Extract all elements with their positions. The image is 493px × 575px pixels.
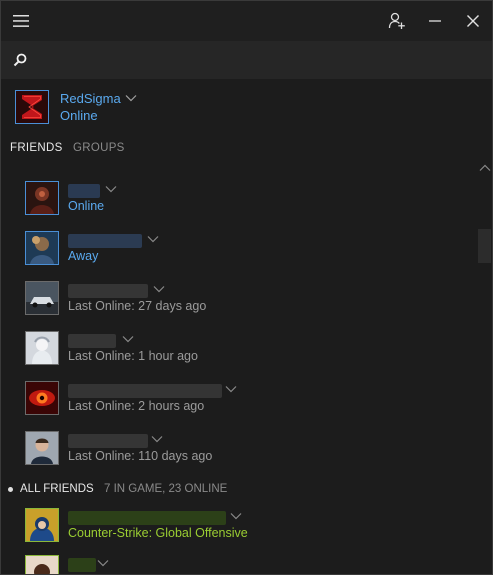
friend-avatar [25,508,59,542]
add-friend-icon [388,12,405,29]
friend-avatar [25,181,59,215]
all-friends-section-header[interactable]: ALL FRIENDS 7 IN GAME, 23 ONLINE [1,481,476,499]
friend-status: Online [68,199,105,213]
chevron-down-icon[interactable] [147,235,159,243]
friend-name-blurred [68,334,116,348]
chevron-down-icon[interactable] [105,185,117,193]
friend-item[interactable]: Last Online: 2 hours ago [25,379,465,419]
friend-avatar [25,331,59,365]
bullet-icon [8,487,13,492]
friend-status: Last Online: 1 hour ago [68,349,198,363]
friend-status: Last Online: 110 days ago [68,449,213,463]
hamburger-menu-button[interactable] [1,1,41,41]
friend-status: Away [68,249,99,263]
friend-avatar [25,231,59,265]
chevron-down-icon[interactable] [97,559,109,567]
tab-friends[interactable]: FRIENDS [10,142,63,154]
user-avatar [15,90,49,124]
chevron-down-icon[interactable] [151,435,163,443]
friend-item[interactable]: Online [25,179,465,219]
friend-name-blurred [68,558,96,572]
add-friend-button[interactable] [377,1,417,41]
search-bar [1,41,492,79]
chevron-down-icon[interactable] [125,94,137,102]
friend-name-blurred [68,234,142,248]
friend-game: Counter-Strike: Global Offensive [68,526,248,540]
friend-avatar [25,281,59,315]
search-icon [13,53,27,67]
friend-item-ingame[interactable] [25,553,465,574]
friend-name-blurred [68,284,148,298]
section-counts: 7 IN GAME, 23 ONLINE [104,483,228,495]
close-button[interactable] [453,1,492,41]
friend-avatar [25,431,59,465]
tab-groups[interactable]: GROUPS [73,142,125,154]
friend-item[interactable]: Last Online: 27 days ago [25,279,465,319]
friend-avatar [25,555,59,574]
user-name: RedSigma [60,91,121,106]
friends-window: RedSigma Online FRIENDS GROUPS Online Aw… [0,0,493,575]
hamburger-icon [13,15,29,27]
title-bar [1,1,492,41]
close-icon [467,15,479,27]
friend-item[interactable]: Last Online: 110 days ago [25,429,465,469]
friend-name-blurred [68,511,226,525]
chevron-down-icon[interactable] [153,285,165,293]
friend-item[interactable]: Last Online: 1 hour ago [25,329,465,369]
minimize-icon [429,20,441,22]
friend-name-blurred [68,184,100,198]
friend-item[interactable]: Away [25,229,465,269]
scrollbar-thumb[interactable] [478,229,491,263]
friend-name-blurred [68,384,222,398]
chevron-down-icon[interactable] [122,335,134,343]
friend-avatar [25,381,59,415]
tab-bar: FRIENDS GROUPS [1,138,492,160]
friend-status: Last Online: 2 hours ago [68,399,205,413]
chevron-down-icon[interactable] [230,512,242,520]
friend-item-ingame[interactable]: Counter-Strike: Global Offensive [25,506,465,546]
friend-name-blurred [68,434,148,448]
section-title: ALL FRIENDS [20,483,94,495]
scroll-up-arrow-icon[interactable] [479,164,491,172]
chevron-down-icon[interactable] [225,385,237,393]
friend-status: Last Online: 27 days ago [68,299,207,313]
minimize-button[interactable] [415,1,455,41]
user-status: Online [60,108,98,123]
search-input[interactable] [35,49,479,73]
